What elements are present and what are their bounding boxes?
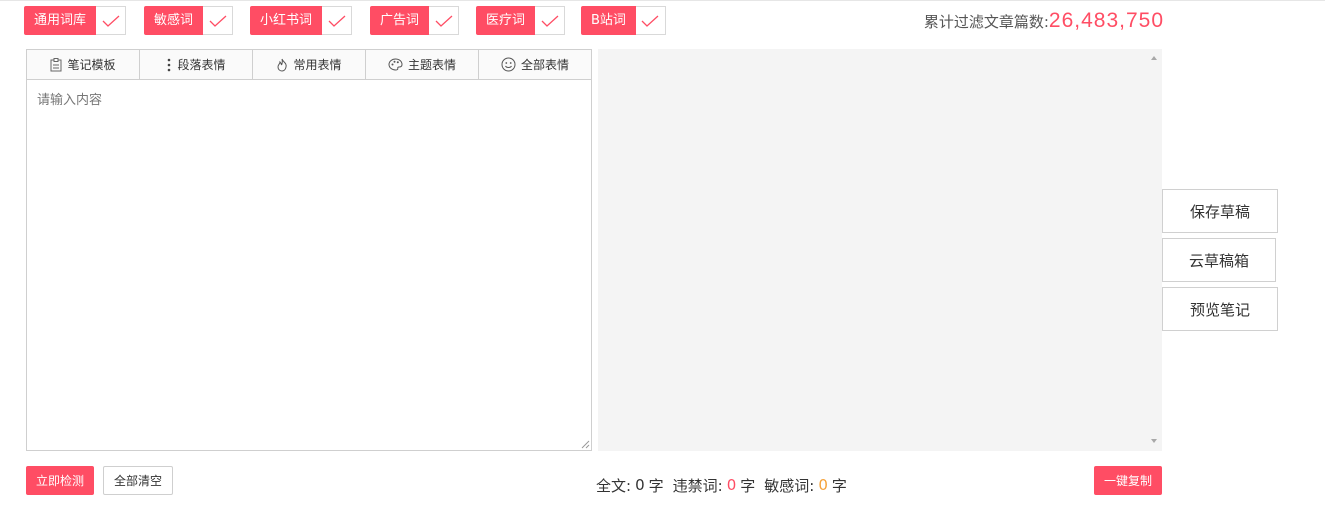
note-template-button[interactable]: 笔记模板 [27, 50, 140, 80]
editor-panel: 笔记模板 段落表情 常用表情 主题表情 全部表情 [26, 49, 592, 451]
filter-label: 小红书词 [250, 6, 323, 35]
editor-toolbar: 笔记模板 段落表情 常用表情 主题表情 全部表情 [27, 50, 591, 80]
palette-icon [388, 58, 403, 71]
paragraph-emoji-button[interactable]: 段落表情 [140, 50, 253, 80]
filter-label: B站词 [581, 6, 636, 35]
sensitive-words-count: 0 [818, 476, 828, 494]
filter-label: 通用词库 [24, 6, 97, 35]
content-input[interactable] [27, 81, 591, 450]
all-emoji-button[interactable]: 全部表情 [479, 50, 591, 80]
filter-label: 广告词 [370, 6, 430, 35]
flame-icon [277, 58, 288, 72]
char-unit: 字 [831, 476, 847, 495]
smiley-icon [501, 57, 516, 72]
full-text-count: 0 [635, 476, 645, 494]
filter-label: 敏感词 [144, 6, 204, 35]
word-stats: 全文: 0 字 违禁词: 0 字 敏感词: 0 字 [596, 474, 847, 496]
save-draft-button[interactable]: 保存草稿 [1162, 189, 1278, 233]
banned-words-count: 0 [726, 476, 737, 494]
check-icon[interactable] [203, 6, 234, 35]
filter-chip-sensitive[interactable]: 敏感词 [144, 6, 234, 35]
theme-emoji-button[interactable]: 主题表情 [366, 50, 479, 80]
counter-label: 累计过滤文章篇数: [923, 13, 1049, 31]
note-template-label: 笔记模板 [67, 58, 116, 72]
common-emoji-label: 常用表情 [293, 58, 342, 72]
all-emoji-label: 全部表情 [520, 58, 569, 72]
result-preview-panel[interactable] [598, 49, 1162, 451]
filtered-article-counter: 累计过滤文章篇数: 26,483,750 [924, 6, 1164, 35]
full-text-label: 全文: [596, 476, 632, 495]
filter-chip-xiaohongshu[interactable]: 小红书词 [250, 6, 353, 35]
cloud-drafts-button[interactable]: 云草稿箱 [1162, 238, 1276, 282]
char-unit: 字 [648, 476, 664, 495]
clear-all-button[interactable]: 全部清空 [103, 466, 173, 495]
vertical-dots-icon [168, 58, 171, 71]
scroll-up-arrow-icon[interactable] [1151, 56, 1157, 60]
char-unit: 字 [740, 476, 756, 495]
paragraph-emoji-label: 段落表情 [177, 58, 226, 72]
scroll-down-arrow-icon[interactable] [1151, 439, 1157, 443]
detect-now-button[interactable]: 立即检测 [26, 466, 94, 495]
clipboard-icon [50, 57, 62, 71]
check-icon[interactable] [635, 6, 666, 35]
filter-label: 医疗词 [476, 6, 536, 35]
check-icon[interactable] [96, 6, 127, 35]
resize-handle-icon[interactable] [580, 439, 590, 449]
filter-chip-medical[interactable]: 医疗词 [476, 6, 566, 35]
banned-words-label: 违禁词: [672, 476, 723, 495]
common-emoji-button[interactable]: 常用表情 [253, 50, 366, 80]
filter-chip-ads[interactable]: 广告词 [370, 6, 460, 35]
copy-all-button[interactable]: 一键复制 [1094, 466, 1162, 495]
filter-chip-general[interactable]: 通用词库 [24, 6, 127, 35]
preview-note-button[interactable]: 预览笔记 [1162, 287, 1278, 331]
theme-emoji-label: 主题表情 [407, 58, 456, 72]
top-divider [0, 0, 1325, 1]
counter-value: 26,483,750 [1048, 9, 1164, 32]
check-icon[interactable] [322, 6, 353, 35]
filter-chip-bilibili[interactable]: B站词 [581, 6, 666, 35]
sensitive-words-label: 敏感词: [764, 476, 815, 495]
check-icon[interactable] [535, 6, 566, 35]
check-icon[interactable] [429, 6, 460, 35]
